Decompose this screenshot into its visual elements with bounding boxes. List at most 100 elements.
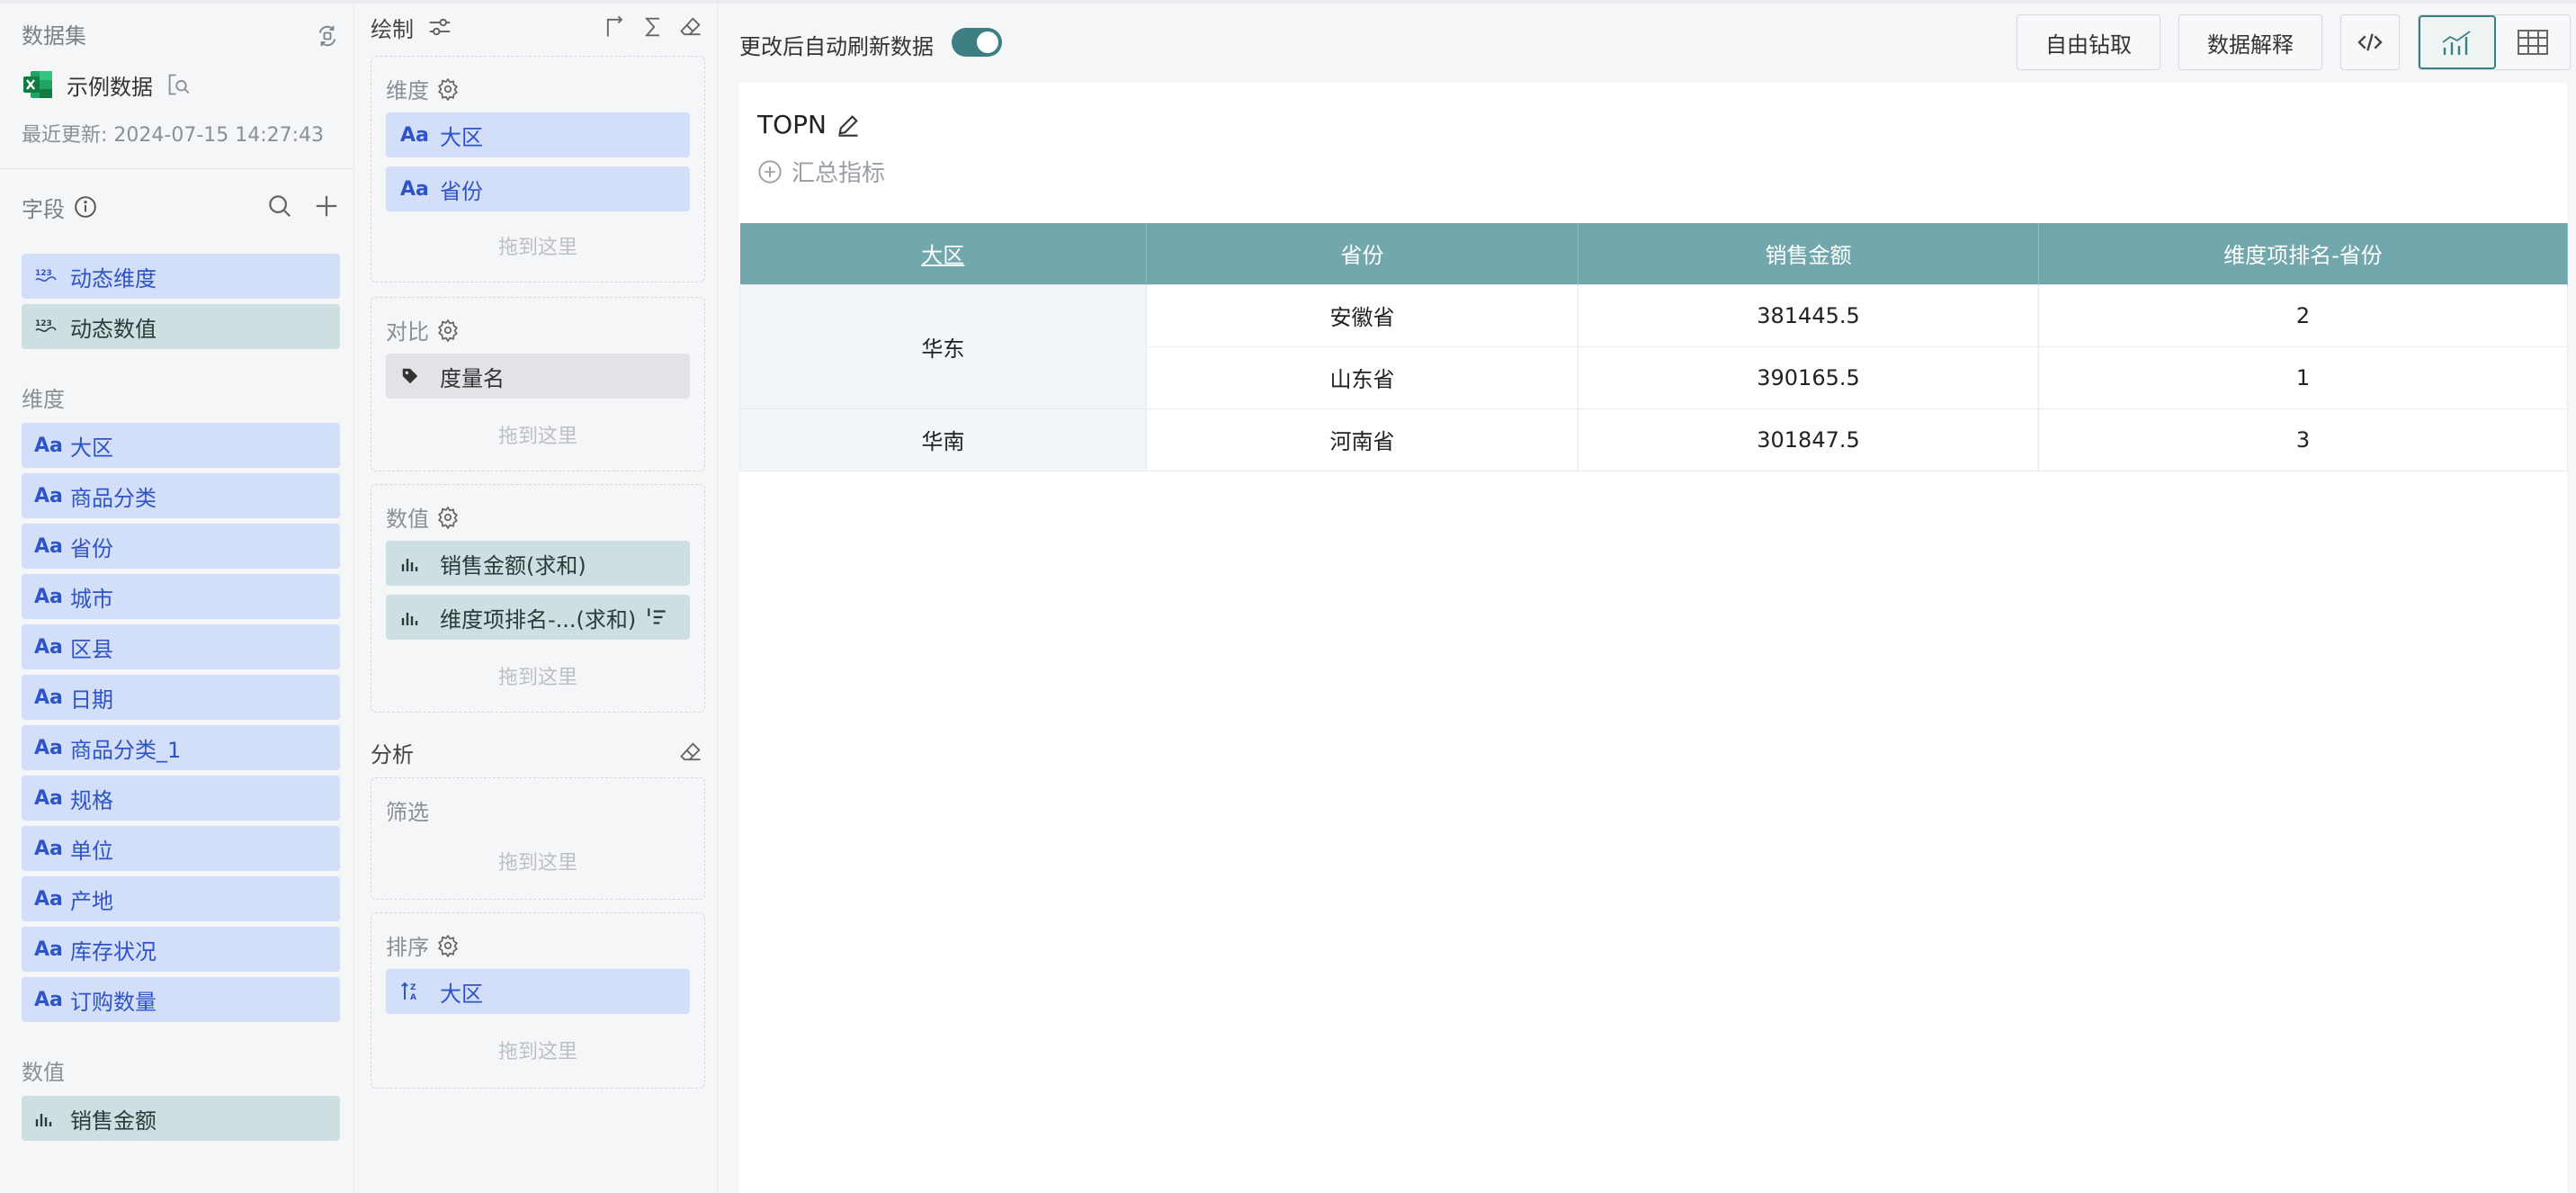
compare-well[interactable]: 对比 度量名 拖到这里 [371,297,705,471]
gear-icon[interactable] [436,318,460,342]
add-field-icon[interactable] [313,193,340,220]
bar-chart-icon [400,608,427,626]
well-title-text: 对比 [386,319,429,345]
text-type-icon: Aa [34,937,63,961]
search-icon[interactable] [266,193,293,220]
measures-title: 数值 [22,1060,65,1085]
gear-icon[interactable] [436,506,460,529]
dimension-field[interactable]: Aa 大区 [22,423,340,468]
info-icon[interactable] [74,195,97,219]
fields-title: 字段 [22,196,65,222]
drop-zone-hint[interactable]: 拖到这里 [371,847,704,875]
auto-refresh-toggle[interactable] [952,28,1002,57]
sort-well[interactable]: 排序 ZA 大区 拖到这里 [371,912,705,1089]
sigma-icon[interactable] [640,14,666,40]
drop-zone-hint[interactable]: 拖到这里 [371,420,704,449]
dimensions-title: 维度 [22,387,65,412]
text-type-icon: Aa [400,177,429,201]
dimension-field[interactable]: Aa 库存状况 [22,927,340,972]
tag-icon [400,366,427,386]
chart-view-button[interactable] [2419,15,2496,69]
code-button[interactable] [2340,14,2400,70]
dimension-field[interactable]: Aa 商品分类 [22,473,340,518]
well-title: 筛选 [386,794,429,826]
preview-data-icon[interactable] [165,72,191,97]
well-field[interactable]: ZA 大区 [386,969,690,1014]
dimension-field[interactable]: Aa 区县 [22,624,340,669]
field-label: 订购数量 [70,989,157,1015]
dataset-header: 数据集 [22,18,340,54]
svg-text:Z: Z [410,983,416,992]
well-field-label: 大区 [440,981,483,1007]
field-dynamic-measure[interactable]: 123 动态数值 [22,304,340,349]
text-type-icon: Aa [34,686,63,709]
settings-sliders-icon[interactable] [426,13,453,40]
gear-icon[interactable] [436,77,460,101]
config-panel: 绘制 维度 Aa 大区 Aa 省份 拖到这里 对比 度量名 拖到这里 数值 销售… [358,4,718,1193]
field-dynamic-dimension[interactable]: 123 动态维度 [22,254,340,299]
column-header[interactable]: 维度项排名-省份 [2038,223,2568,284]
text-type-icon: Aa [34,837,63,860]
dataset-title: 数据集 [22,23,86,49]
well-title: 对比 [386,314,460,345]
auto-refresh-label: 更改后自动刷新数据 [739,34,934,59]
divider [0,168,353,169]
column-header[interactable]: 省份 [1146,223,1579,284]
field-label: 商品分类 [70,485,157,511]
dimension-field[interactable]: Aa 订购数量 [22,977,340,1022]
explain-button[interactable]: 数据解释 [2178,14,2322,70]
text-type-icon: Aa [34,534,63,558]
axis-icon[interactable] [603,14,628,40]
analysis-header: 分析 [371,734,705,770]
field-label: 动态维度 [70,265,157,292]
dimension-field[interactable]: Aa 规格 [22,776,340,821]
field-label: 库存状况 [70,938,157,964]
dimension-field[interactable]: Aa 省份 [22,524,340,569]
dimension-field[interactable]: Aa 商品分类_1 [22,725,340,770]
well-field[interactable]: Aa 省份 [386,166,690,211]
add-summary-metric[interactable]: 汇总指标 [757,155,885,188]
dimension-field[interactable]: Aa 单位 [22,826,340,871]
measure-field[interactable]: 销售金额 [22,1096,340,1141]
dimension-field[interactable]: Aa 日期 [22,675,340,720]
province-cell: 山东省 [1146,345,1579,409]
drop-zone-hint[interactable]: 拖到这里 [371,231,704,260]
dimension-well[interactable]: 维度 Aa 大区 Aa 省份 拖到这里 [371,56,705,283]
well-field[interactable]: Aa 大区 [386,112,690,157]
text-type-icon: Aa [34,585,63,608]
drop-zone-hint[interactable]: 拖到这里 [371,661,704,690]
edit-icon[interactable] [836,112,861,138]
field-label: 规格 [70,787,113,813]
province-cell: 安徽省 [1146,283,1579,347]
sort-desc-icon[interactable] [645,605,668,629]
table-header-row: 大区 省份 销售金额 维度项排名-省份 [739,223,2568,284]
sales-cell: 301847.5 [1578,408,2039,471]
dimension-field[interactable]: Aa 产地 [22,876,340,921]
dataset-name-row[interactable]: 示例数据 [22,67,191,103]
well-field-label: 度量名 [440,365,505,391]
eraser-icon[interactable] [678,14,703,40]
fields-header: 字段 [22,189,340,225]
svg-text:123: 123 [35,269,52,278]
value-well[interactable]: 数值 销售金额(求和) 维度项排名-...(求和) 拖到这里 [371,484,705,713]
drop-zone-hint[interactable]: 拖到这里 [371,1036,704,1064]
well-field[interactable]: 度量名 [386,354,690,399]
add-metric-label: 汇总指标 [792,160,886,187]
drill-button[interactable]: 自由钻取 [2017,14,2160,70]
table-row: 华南 河南省 301847.5 3 [739,408,2568,471]
table-view-button[interactable] [2496,15,2570,69]
table-row: 华东 安徽省 381445.5 2 [739,283,2568,409]
field-label: 销售金额 [70,1108,157,1134]
view-switch [2418,14,2571,70]
gear-icon[interactable] [436,934,460,957]
field-label: 单位 [70,838,113,864]
column-header[interactable]: 大区 [739,223,1147,284]
last-updated: 最近更新: 2024-07-15 14:27:43 [22,124,325,147]
well-field[interactable]: 维度项排名-...(求和) [386,595,690,640]
filter-well[interactable]: 筛选 拖到这里 [371,777,705,900]
eraser-icon[interactable] [678,740,703,765]
dimension-field[interactable]: Aa 城市 [22,574,340,619]
well-field[interactable]: 销售金额(求和) [386,541,690,586]
switch-dataset-icon[interactable] [315,23,340,49]
column-header[interactable]: 销售金额 [1578,223,2039,284]
